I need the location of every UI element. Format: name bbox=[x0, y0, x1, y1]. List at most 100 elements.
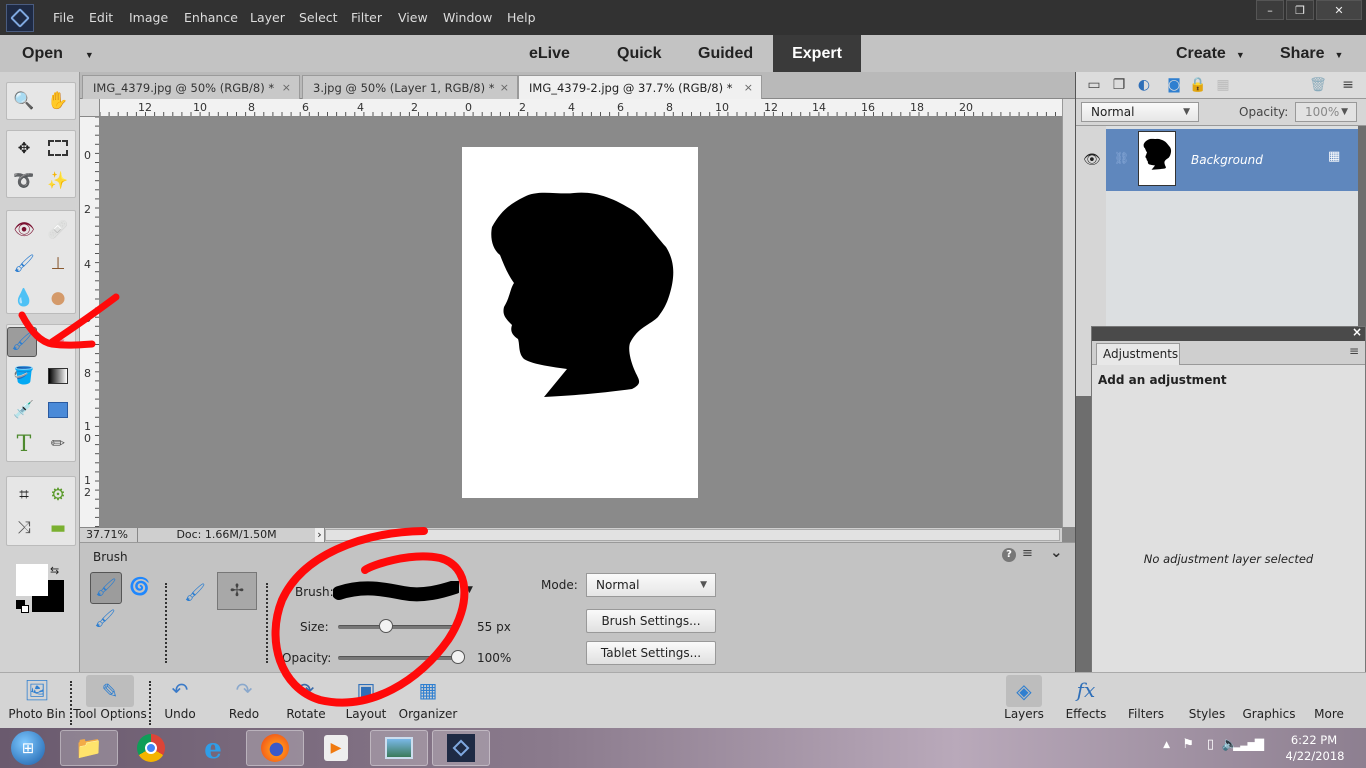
layer-opacity-field[interactable]: 100% ▼ bbox=[1295, 102, 1357, 122]
vertical-scrollbar[interactable] bbox=[1062, 99, 1075, 527]
ruler-origin[interactable] bbox=[80, 99, 100, 117]
pencil-tool-icon[interactable]: ✏ bbox=[43, 429, 73, 459]
layers-button[interactable]: ◈ Layers bbox=[1000, 673, 1048, 729]
menu-edit[interactable]: Edit bbox=[89, 0, 113, 35]
close-tab-icon[interactable]: × bbox=[744, 76, 753, 100]
adjustment-layer-icon[interactable]: ◐ bbox=[1134, 76, 1154, 94]
close-tab-icon[interactable]: × bbox=[500, 76, 509, 100]
redo-button[interactable]: ↷ Redo bbox=[220, 673, 268, 729]
opacity-slider-handle[interactable] bbox=[451, 650, 465, 664]
create-button[interactable]: Create ▼ bbox=[1176, 35, 1245, 72]
layer-mask-icon[interactable]: ◙ bbox=[1164, 76, 1184, 94]
zoom-level-field[interactable]: 37.71% bbox=[80, 528, 138, 543]
rotate-button[interactable]: ⟳ Rotate bbox=[282, 673, 330, 729]
status-menu-arrow[interactable]: › bbox=[315, 528, 325, 542]
menu-view[interactable]: View bbox=[398, 0, 428, 35]
eraser-tool-icon[interactable]: ▰ bbox=[43, 327, 73, 357]
brush-tool-icon[interactable]: 🖌 bbox=[7, 327, 37, 357]
tool-options-button[interactable]: ✎ Tool Options bbox=[72, 673, 148, 729]
tab-adjustments[interactable]: Adjustments bbox=[1096, 343, 1180, 365]
shape-tool-icon[interactable] bbox=[43, 395, 73, 425]
taskbar-internet-explorer[interactable]: e bbox=[184, 730, 242, 766]
red-eye-tool-icon[interactable]: 👁 bbox=[9, 215, 39, 245]
tablet-settings-button[interactable]: Tablet Settings... bbox=[586, 641, 716, 665]
gradient-tool-icon[interactable] bbox=[43, 361, 73, 391]
photo-bin-button[interactable]: 🖼 Photo Bin bbox=[6, 673, 68, 729]
undo-button[interactable]: ↶ Undo bbox=[156, 673, 204, 729]
menu-layer[interactable]: Layer bbox=[250, 0, 285, 35]
menu-select[interactable]: Select bbox=[299, 0, 338, 35]
crop-tool-icon[interactable]: ⌗ bbox=[9, 480, 39, 510]
panel-title-bar[interactable]: × bbox=[1092, 325, 1365, 341]
clock-date[interactable]: 4/22/2018 bbox=[1282, 749, 1348, 763]
show-hidden-icons[interactable]: ▲ bbox=[1163, 740, 1170, 750]
airbrush-mode-icon[interactable]: ✢ bbox=[217, 572, 257, 610]
close-tab-icon[interactable]: × bbox=[282, 76, 291, 100]
panel-menu-icon[interactable]: ≡ bbox=[1349, 344, 1359, 358]
marquee-tool-icon[interactable] bbox=[43, 133, 73, 163]
lock-all-icon[interactable]: 🔒 bbox=[1188, 76, 1208, 94]
taskbar-chrome[interactable] bbox=[122, 730, 180, 766]
brush-mode-icon[interactable]: 🖌 bbox=[180, 578, 210, 608]
healing-brush-tool-icon[interactable]: 🩹 bbox=[43, 215, 73, 245]
size-slider-track[interactable] bbox=[338, 625, 458, 629]
menu-image[interactable]: Image bbox=[129, 0, 168, 35]
impressionist-brush-icon[interactable]: 🌀 bbox=[125, 572, 155, 602]
more-button[interactable]: More bbox=[1308, 673, 1350, 729]
type-tool-icon[interactable]: T bbox=[9, 429, 39, 459]
filters-button[interactable]: Filters bbox=[1122, 673, 1170, 729]
menu-window[interactable]: Window bbox=[443, 0, 492, 35]
app-logo-icon[interactable] bbox=[6, 4, 34, 32]
paint-bucket-tool-icon[interactable]: 🪣 bbox=[9, 361, 39, 391]
action-center-flag-icon[interactable]: ⚑ bbox=[1182, 737, 1194, 752]
lasso-tool-icon[interactable]: ➰ bbox=[9, 166, 39, 196]
clock-time[interactable]: 6:22 PM bbox=[1284, 733, 1344, 747]
layer-row[interactable]: ⛓ Background ▦ bbox=[1106, 129, 1358, 191]
zoom-tool-icon[interactable]: 🔍 bbox=[9, 86, 39, 116]
start-button[interactable]: ⊞ bbox=[2, 730, 54, 766]
swap-colors-icon[interactable]: ⇆ bbox=[50, 564, 59, 577]
opacity-slider-track[interactable] bbox=[338, 656, 458, 660]
layer-blend-mode-select[interactable]: Normal ▼ bbox=[1081, 102, 1199, 122]
eyedropper-tool-icon[interactable]: 💉 bbox=[9, 395, 39, 425]
styles-button[interactable]: Styles bbox=[1183, 673, 1231, 729]
taskbar-photos[interactable] bbox=[370, 730, 428, 766]
tab-elive[interactable]: eLive bbox=[529, 35, 570, 72]
brush-preset-picker[interactable] bbox=[332, 580, 462, 603]
layout-button[interactable]: ▣ Layout bbox=[342, 673, 390, 729]
doc-tab[interactable]: 3.jpg @ 50% (Layer 1, RGB/8) * × bbox=[302, 75, 518, 99]
minimize-button[interactable]: – bbox=[1256, 0, 1284, 20]
network-signal-icon[interactable]: ▂▃▅▇ bbox=[1233, 737, 1264, 751]
blend-mode-select[interactable]: Normal ▼ bbox=[586, 573, 716, 597]
menu-help[interactable]: Help bbox=[507, 0, 536, 35]
move-tool-icon[interactable]: ✥ bbox=[9, 133, 39, 163]
menu-filter[interactable]: Filter bbox=[351, 0, 382, 35]
organizer-button[interactable]: ▦ Organizer bbox=[398, 673, 458, 729]
new-group-icon[interactable]: ❐ bbox=[1109, 76, 1129, 94]
delete-layer-icon[interactable]: 🗑 bbox=[1308, 76, 1328, 94]
panel-menu-icon[interactable]: ≡ bbox=[1022, 546, 1033, 561]
close-icon[interactable]: × bbox=[1352, 325, 1362, 339]
color-replacement-brush-icon[interactable]: 🖌 bbox=[90, 604, 120, 634]
taskbar-file-explorer[interactable]: 📁 bbox=[60, 730, 118, 766]
tab-quick[interactable]: Quick bbox=[617, 35, 661, 72]
graphics-button[interactable]: Graphics bbox=[1240, 673, 1298, 729]
panel-menu-icon[interactable]: ≡ bbox=[1338, 76, 1358, 94]
clone-stamp-tool-icon[interactable]: ⊥ bbox=[43, 249, 73, 279]
doc-tab-active[interactable]: IMG_4379-2.jpg @ 37.7% (RGB/8) * × bbox=[518, 75, 762, 99]
close-button[interactable]: ✕ bbox=[1316, 0, 1362, 20]
taskbar-photoshop-elements[interactable] bbox=[432, 730, 490, 766]
taskbar-media-player[interactable]: ▶ bbox=[307, 730, 365, 766]
document-image[interactable] bbox=[462, 147, 698, 498]
blur-tool-icon[interactable]: 💧 bbox=[9, 283, 39, 313]
new-layer-icon[interactable]: ▭ bbox=[1084, 76, 1104, 94]
chevron-down-icon[interactable]: ▼ bbox=[466, 585, 473, 595]
collapse-icon[interactable]: ⌄ bbox=[1050, 543, 1063, 561]
effects-button[interactable]: fx Effects bbox=[1062, 673, 1110, 729]
help-icon[interactable]: ? bbox=[1002, 548, 1016, 562]
horizontal-scrollbar[interactable] bbox=[325, 529, 1060, 541]
tab-expert[interactable]: Expert bbox=[773, 35, 861, 72]
brush-settings-button[interactable]: Brush Settings... bbox=[586, 609, 716, 633]
restore-button[interactable]: ❐ bbox=[1286, 0, 1314, 20]
brush-variant-icon[interactable]: 🖌 bbox=[90, 572, 122, 604]
